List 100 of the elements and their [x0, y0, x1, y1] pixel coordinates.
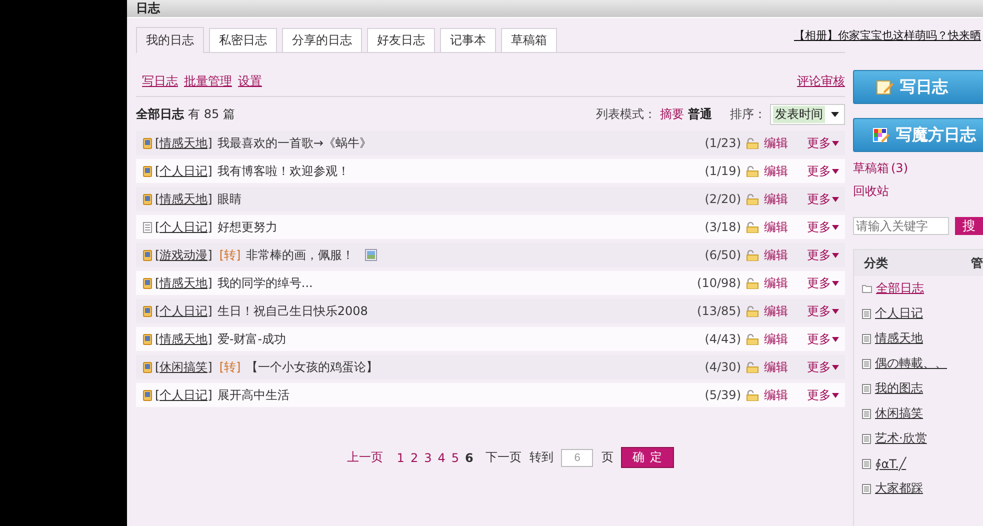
tab[interactable]: 好友日志: [367, 28, 435, 52]
category-link[interactable]: 我的图志: [875, 380, 923, 397]
tab[interactable]: 记事本: [440, 28, 496, 52]
category-link[interactable]: [个人日记]: [155, 386, 212, 404]
category-title: 分类: [864, 254, 888, 272]
page-link[interactable]: 4: [438, 450, 446, 464]
tab[interactable]: 私密日志: [209, 28, 277, 52]
tab[interactable]: 草稿箱: [501, 28, 557, 52]
category-link[interactable]: 个人日记: [875, 305, 923, 322]
more-dropdown[interactable]: 更多: [807, 246, 839, 264]
post-title-link[interactable]: 生日！祝自己生日快乐2008: [217, 302, 368, 320]
category-link[interactable]: [个人日记]: [155, 218, 212, 236]
search-button[interactable]: 搜: [955, 217, 983, 235]
category-link[interactable]: 情感天地: [875, 330, 923, 347]
edit-link[interactable]: 编辑: [764, 302, 788, 320]
review-link[interactable]: 评论审核: [797, 73, 845, 90]
more-dropdown[interactable]: 更多: [807, 190, 839, 208]
list-icon: [862, 308, 871, 318]
category-link[interactable]: 偶の轉載、、: [875, 355, 947, 372]
edit-link[interactable]: 编辑: [764, 162, 788, 180]
comment-count: (13/85): [697, 304, 741, 318]
color-grid-icon: [872, 127, 890, 143]
edit-link[interactable]: 编辑: [764, 330, 788, 348]
edit-link[interactable]: 编辑: [764, 386, 788, 404]
post-title-link[interactable]: 我最喜欢的一首歌→《蜗牛》: [217, 134, 372, 152]
confirm-button[interactable]: 确 定: [621, 447, 674, 468]
caret-icon: [832, 140, 839, 146]
more-dropdown[interactable]: 更多: [807, 162, 839, 180]
document-icon: [143, 138, 152, 148]
edit-link[interactable]: 编辑: [764, 218, 788, 236]
category-link[interactable]: [情感天地]: [155, 330, 212, 348]
caret-icon: [832, 392, 839, 398]
caret-icon: [831, 112, 839, 116]
comment-count: (4/30): [704, 360, 741, 374]
category-link[interactable]: 休闲搞笑: [875, 405, 923, 422]
more-dropdown[interactable]: 更多: [807, 386, 839, 404]
lock-icon: [746, 306, 759, 316]
action-link[interactable]: 批量管理: [184, 73, 232, 90]
more-dropdown[interactable]: 更多: [807, 218, 839, 236]
action-link[interactable]: 写日志: [142, 73, 178, 90]
category-link[interactable]: [游戏动漫]: [155, 246, 212, 264]
category-link[interactable]: [情感天地]: [155, 190, 212, 208]
post-title-link[interactable]: 展开高中生活: [217, 386, 290, 404]
edit-link[interactable]: 编辑: [764, 246, 788, 264]
page-link[interactable]: 3: [424, 450, 432, 464]
category-link[interactable]: [情感天地]: [155, 134, 212, 152]
sort-dropdown[interactable]: 发表时间: [770, 104, 845, 124]
notepad-pencil-icon: [876, 79, 894, 95]
recycle-bin-link[interactable]: 回收站: [853, 183, 983, 200]
post-title-link[interactable]: 非常棒的画，佩服！: [246, 246, 354, 264]
promo-link[interactable]: 【相册】你家宝宝也这样萌吗？快来晒: [794, 28, 981, 42]
more-dropdown[interactable]: 更多: [807, 302, 839, 320]
category-link[interactable]: 大家都踩: [875, 480, 923, 497]
page-link[interactable]: 6: [465, 450, 474, 464]
drafts-link[interactable]: 草稿箱 (3): [853, 160, 983, 177]
more-dropdown[interactable]: 更多: [807, 274, 839, 292]
more-dropdown[interactable]: 更多: [807, 134, 839, 152]
edit-link[interactable]: 编辑: [764, 274, 788, 292]
edit-link[interactable]: 编辑: [764, 358, 788, 376]
document-icon: [143, 250, 152, 260]
manage-link[interactable]: 管: [971, 254, 983, 272]
list-icon: [862, 334, 871, 344]
action-link[interactable]: 设置: [238, 73, 262, 90]
post-title-link[interactable]: 爱-财富-成功: [217, 330, 286, 348]
category-link[interactable]: [个人日记]: [155, 162, 212, 180]
comment-count: (3/18): [704, 220, 741, 234]
comment-count: (4/43): [704, 332, 741, 346]
more-dropdown[interactable]: 更多: [807, 358, 839, 376]
post-title-link[interactable]: 好想更努力: [217, 218, 278, 236]
search-field[interactable]: 请输入关键字: [853, 217, 949, 235]
next-page-link[interactable]: 下一页: [485, 449, 522, 466]
post-title-link[interactable]: 眼睛: [217, 190, 242, 208]
previous-page-link[interactable]: 上一页: [346, 449, 383, 466]
caret-icon: [832, 364, 839, 370]
sort-label: 排序：: [730, 106, 766, 122]
post-title-link[interactable]: 我的同学的绰号...: [217, 274, 313, 292]
tab[interactable]: 我的日志: [136, 27, 204, 53]
more-dropdown[interactable]: 更多: [807, 330, 839, 348]
page-link[interactable]: 5: [451, 450, 459, 464]
page-link[interactable]: 2: [410, 450, 418, 464]
page-link[interactable]: 1: [396, 450, 404, 464]
folder-icon: [862, 284, 872, 293]
caret-icon: [832, 224, 839, 230]
post-title-link[interactable]: 【一个小女孩的鸡蛋论】: [246, 358, 378, 376]
list-mode-link[interactable]: 摘要: [660, 106, 684, 122]
caret-icon: [832, 168, 839, 174]
lock-icon: [746, 222, 759, 232]
category-link[interactable]: [休闲搞笑]: [155, 358, 212, 376]
category-link[interactable]: [情感天地]: [155, 274, 212, 292]
category-link[interactable]: [个人日记]: [155, 302, 212, 320]
post-title-link[interactable]: 我有博客啦！欢迎参观！: [217, 162, 350, 180]
list-mode-link[interactable]: 普通: [688, 106, 712, 122]
edit-link[interactable]: 编辑: [764, 190, 788, 208]
edit-link[interactable]: 编辑: [764, 134, 788, 152]
category-link[interactable]: ∮αT.╱: [875, 456, 906, 470]
category-link[interactable]: 艺术·欣赏: [875, 430, 927, 447]
lock-icon: [746, 362, 759, 372]
category-link[interactable]: 全部日志: [876, 280, 924, 297]
caret-icon: [832, 336, 839, 342]
tab[interactable]: 分享的日志: [282, 28, 362, 52]
